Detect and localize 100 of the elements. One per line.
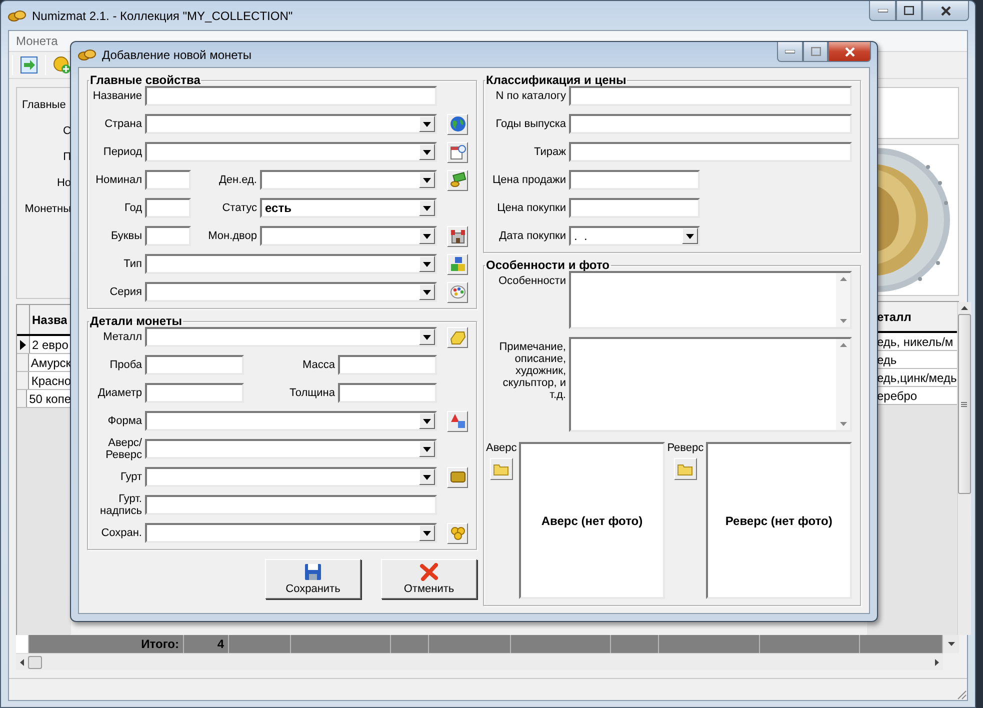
lookup-button[interactable] — [447, 522, 468, 544]
lookup-button[interactable] — [447, 142, 468, 162]
field-label: Аверс/ Реверс — [104, 437, 142, 461]
combo-box[interactable] — [145, 439, 437, 459]
dropdown-button[interactable] — [419, 441, 435, 457]
memo-field[interactable] — [569, 271, 852, 329]
text-field[interactable] — [145, 383, 244, 403]
shapes-icon — [450, 413, 466, 429]
field-label: Диаметр — [96, 387, 142, 399]
lookup-button[interactable] — [447, 114, 468, 134]
caret-icon — [423, 262, 431, 266]
minimize-button[interactable] — [869, 1, 896, 21]
field-label: Реверс — [667, 442, 704, 454]
combo-box[interactable] — [145, 411, 437, 431]
dropdown-button[interactable] — [419, 284, 435, 300]
photo-field[interactable]: Реверс (нет фото) — [706, 442, 852, 599]
dropdown-button[interactable] — [419, 200, 435, 216]
text-field[interactable] — [338, 355, 437, 375]
scroll-down-button[interactable] — [943, 635, 959, 653]
lookup-button[interactable] — [447, 282, 468, 302]
combo-box[interactable] — [145, 254, 437, 274]
scroll-right-icon — [935, 658, 939, 666]
dropdown-button[interactable] — [419, 144, 435, 160]
field-label: Год — [123, 202, 142, 214]
text-field[interactable] — [145, 355, 244, 375]
lookup-button[interactable] — [447, 226, 468, 246]
field-label: Номинал — [94, 174, 142, 186]
field-label: Металл — [102, 331, 142, 343]
text-field[interactable] — [145, 86, 437, 106]
floppy-icon — [304, 563, 322, 581]
dropdown-button[interactable] — [419, 228, 435, 244]
scroll-thumb[interactable] — [958, 314, 971, 494]
open-folder-button[interactable] — [490, 458, 513, 480]
scroll-up-icon — [960, 306, 968, 310]
castle-icon — [450, 228, 466, 244]
combo-box[interactable]: . . — [569, 226, 700, 246]
combo-box[interactable] — [145, 142, 437, 162]
text-field[interactable] — [145, 170, 191, 190]
field-label: Название — [92, 90, 142, 102]
dropdown-button[interactable] — [419, 525, 435, 541]
caret-icon — [423, 290, 431, 294]
dropdown-button[interactable] — [419, 329, 435, 345]
lookup-button[interactable] — [447, 254, 468, 274]
text-field[interactable] — [569, 86, 852, 106]
text-field[interactable] — [569, 170, 700, 190]
text-field[interactable] — [569, 114, 852, 134]
minimize-button[interactable] — [777, 42, 803, 62]
dropdown-button[interactable] — [682, 228, 698, 244]
cancel-button[interactable]: Отменить — [381, 559, 477, 599]
memo-field[interactable] — [569, 337, 852, 432]
lookup-button[interactable] — [447, 466, 468, 488]
field-label: Тираж — [533, 146, 566, 158]
close-button[interactable] — [922, 1, 969, 21]
text-field[interactable] — [145, 226, 191, 246]
lookup-button[interactable] — [447, 170, 468, 190]
menu-item[interactable]: Монета — [13, 34, 61, 48]
dropdown-button[interactable] — [419, 413, 435, 429]
save-button[interactable]: Сохранить — [265, 559, 361, 599]
folder-icon — [493, 462, 510, 476]
caret-icon — [686, 234, 694, 238]
combo-box[interactable]: есть — [260, 198, 437, 218]
combo-box[interactable] — [145, 114, 437, 134]
table-cell-text: Амурск — [30, 354, 71, 371]
combo-value: . . — [573, 229, 588, 243]
open-folder-button[interactable] — [674, 458, 697, 480]
table-cell-text: еребро — [876, 388, 918, 404]
field-label: Гурт — [119, 471, 142, 483]
text-field[interactable] — [145, 198, 191, 218]
dropdown-button[interactable] — [419, 172, 435, 188]
combo-box[interactable] — [145, 523, 437, 543]
dropdown-button[interactable] — [419, 116, 435, 132]
lookup-button[interactable] — [447, 326, 468, 348]
field-label: N по каталогу — [494, 90, 566, 102]
scroll-thumb[interactable] — [28, 656, 42, 668]
close-button[interactable] — [828, 42, 871, 62]
vertical-scrollbar[interactable] — [956, 302, 971, 635]
field-label: Ден.ед. — [218, 174, 257, 186]
combo-box[interactable] — [145, 327, 437, 347]
text-field[interactable] — [145, 495, 437, 515]
combo-box[interactable] — [145, 467, 437, 487]
field-label: Проба — [108, 359, 142, 371]
group-title: Классификация и цены — [485, 74, 628, 86]
text-field[interactable] — [569, 142, 852, 162]
field-label: Толщина — [288, 387, 335, 399]
combo-box[interactable] — [260, 170, 437, 190]
combo-box[interactable] — [145, 282, 437, 302]
text-field[interactable] — [569, 198, 700, 218]
scroll-up-icon — [840, 343, 846, 347]
row-indicator[interactable] — [17, 336, 30, 353]
maximize-button[interactable] — [896, 1, 922, 21]
field-label: Аверс — [486, 442, 517, 454]
dropdown-button[interactable] — [419, 256, 435, 272]
combo-box[interactable] — [260, 226, 437, 246]
horizontal-scrollbar[interactable] — [16, 653, 943, 670]
lookup-button[interactable] — [447, 410, 468, 432]
dropdown-button[interactable] — [419, 469, 435, 485]
photo-field[interactable]: Аверс (нет фото) — [518, 442, 666, 599]
field-label: Главные — [22, 99, 66, 111]
scroll-down-icon — [840, 319, 846, 323]
text-field[interactable] — [338, 383, 437, 403]
